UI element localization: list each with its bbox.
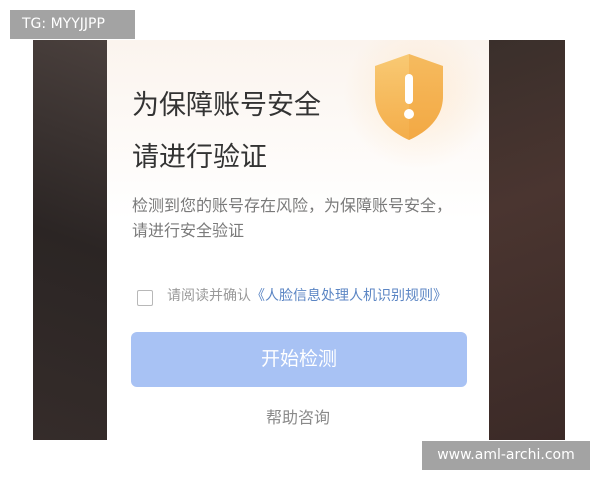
risk-description: 检测到您的账号存在风险，为保障账号安全，请进行安全验证: [132, 196, 453, 240]
watermark-top-left: TG: MYYJJPP: [10, 10, 135, 39]
title-line-2: 请进行验证: [132, 142, 267, 173]
screenshot-photo: 为保障账号安全 请进行验证 检测到您的账号存在风险，为保障账号安全，请进行安全验…: [33, 40, 565, 440]
start-detection-button[interactable]: 开始检测: [131, 332, 467, 387]
agreement-link[interactable]: 《人脸信息处理人机识别规则》: [251, 288, 447, 304]
verification-dialog: 为保障账号安全 请进行验证 检测到您的账号存在风险，为保障账号安全，请进行安全验…: [107, 40, 489, 440]
shield-warning-icon: [375, 54, 443, 140]
agreement-text: 请阅读并确认《人脸信息处理人机识别规则》: [167, 286, 457, 307]
title-line-1: 为保障账号安全: [132, 90, 321, 121]
background-right: [487, 40, 565, 440]
agreement-checkbox[interactable]: [137, 290, 153, 306]
help-consult-link[interactable]: 帮助咨询: [107, 404, 489, 428]
watermark-bottom-right: www.aml-archi.com: [422, 441, 590, 470]
page-title: 为保障账号安全 请进行验证: [132, 80, 321, 184]
background-left: [33, 40, 107, 440]
agreement-prefix: 请阅读并确认: [167, 288, 251, 304]
